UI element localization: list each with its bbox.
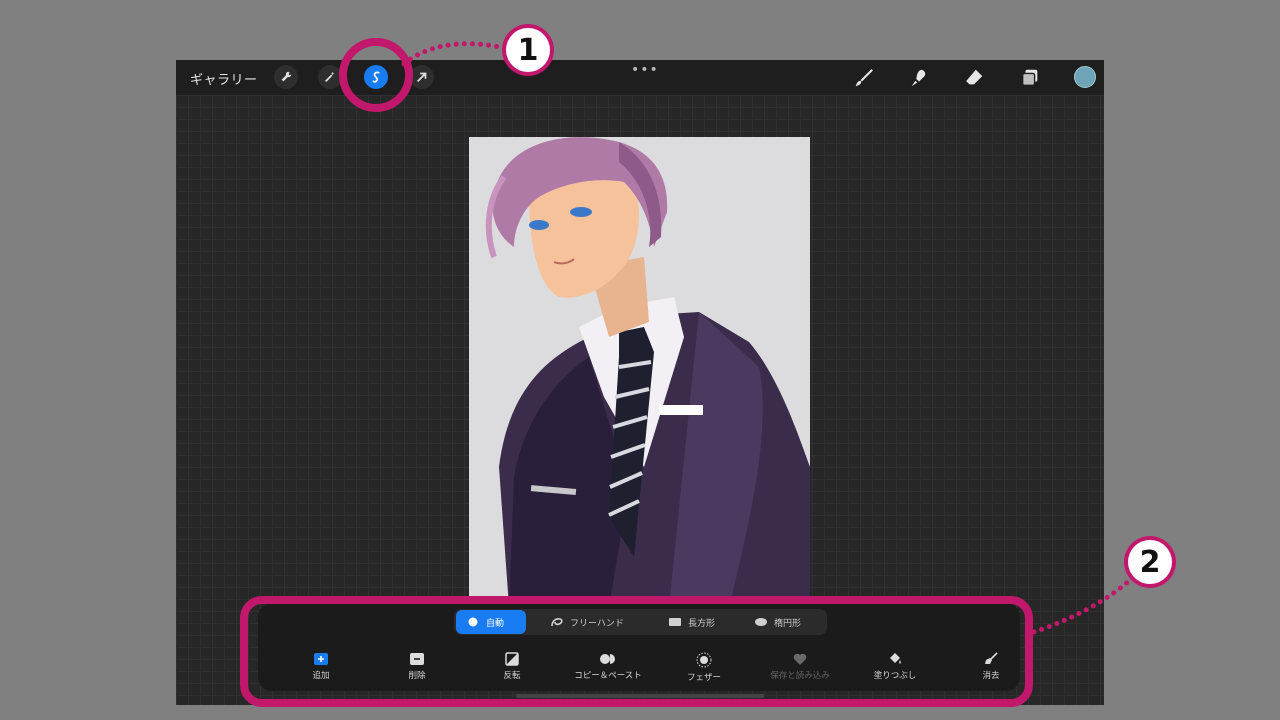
- color-picker-swatch[interactable]: [1074, 66, 1096, 88]
- top-toolbar: ギャラリー •••: [176, 60, 1104, 95]
- annotation-dotted-line-2: [1031, 573, 1137, 635]
- smudge-icon[interactable]: [907, 66, 931, 90]
- more-options-button[interactable]: •••: [631, 62, 659, 78]
- annotation-badge-1: 1: [502, 24, 554, 76]
- annotation-box-selection-panel: [240, 596, 1033, 707]
- annotation-badge-1-number: 1: [506, 28, 550, 72]
- annotation-dotted-line-1: [401, 41, 507, 67]
- brush-icon[interactable]: [852, 66, 876, 90]
- annotation-badge-2: 2: [1124, 536, 1176, 588]
- wrench-icon[interactable]: [274, 65, 298, 89]
- layers-icon[interactable]: [1018, 66, 1042, 90]
- artwork-canvas[interactable]: [469, 137, 810, 607]
- annotation-badge-2-number: 2: [1128, 540, 1172, 584]
- transform-arrow-icon[interactable]: [410, 65, 434, 89]
- gallery-button[interactable]: ギャラリー: [190, 69, 258, 88]
- eraser-icon[interactable]: [962, 66, 986, 90]
- character-illustration: [485, 137, 810, 607]
